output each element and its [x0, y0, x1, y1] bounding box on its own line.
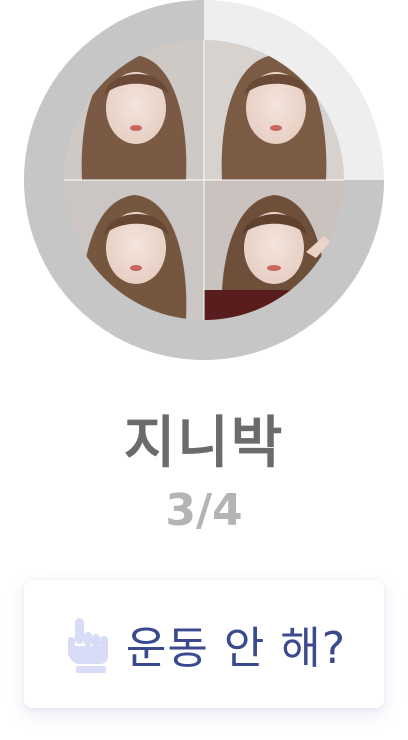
hand-pointer-icon — [67, 618, 108, 673]
not-exercising-label: 운동 안 해? — [125, 623, 347, 674]
photo-collage — [64, 40, 344, 320]
progress-count: 3/4 — [165, 485, 243, 536]
user-name: 지니박 — [123, 411, 285, 476]
profile-avatar — [24, 0, 384, 360]
not-exercising-button[interactable]: 운동 안 해? — [24, 580, 384, 708]
